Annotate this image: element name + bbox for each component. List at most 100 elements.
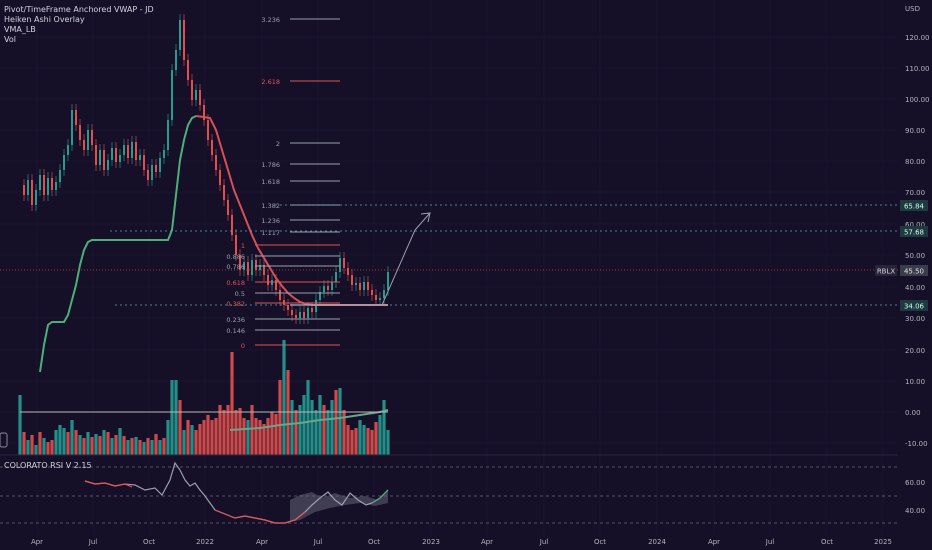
price-chart-canvas[interactable]: 3.236 2.618 2 1.786 1.618 1.382 1.236 1.117 1 0.8… [0, 0, 932, 550]
candle-body [283, 300, 285, 305]
volume-bar [86, 432, 90, 455]
volume-bar [366, 428, 370, 455]
volume-bar [38, 432, 42, 455]
legend-item-vma[interactable]: VMA_LB [4, 25, 154, 35]
volume-bar [118, 428, 122, 455]
candle-body [255, 260, 257, 270]
price-axis[interactable]: USD 120.00 110.00 100.00 90.00 80.00 70.00 60.0… [905, 5, 930, 515]
candle-body [323, 286, 325, 292]
candle-body [167, 120, 169, 150]
volume-bar [270, 412, 274, 455]
candle-body [139, 155, 141, 160]
indicator-legend: Pivot/TimeFrame Anchored VWAP - JD Heike… [4, 5, 154, 45]
fib-level-label: 0.786 [226, 263, 245, 271]
candle-body [151, 165, 153, 180]
candle-body [199, 90, 201, 105]
candle-body [99, 150, 101, 165]
price-axis-tick: 50.00 [905, 252, 925, 260]
candle-body [119, 155, 121, 162]
fib-level-label: 1.117 [261, 229, 280, 237]
volume-bar [238, 408, 242, 455]
fib-level-label: 1.786 [261, 161, 280, 169]
candle-body [55, 182, 57, 190]
candle-body [327, 286, 329, 290]
candle-body [127, 145, 129, 158]
time-axis[interactable]: Apr Jul Oct 2022 Apr Jul Oct 2023 Apr Jul Oct 2024 A… [31, 538, 892, 546]
volume-bar [190, 425, 194, 455]
upper2-badge-text: 57.68 [904, 229, 924, 237]
volume-bar [254, 418, 258, 455]
time-axis-label: Apr [31, 538, 43, 546]
vma-line-up [39, 115, 197, 373]
candle-body [387, 272, 389, 290]
volume-bar [138, 440, 142, 455]
rsi-legend[interactable]: COLORATO RSI V 2.15 [4, 461, 92, 470]
candle-body [267, 275, 269, 285]
volume-bars [18, 340, 390, 455]
rsi-axis-tick: 60.00 [905, 479, 925, 487]
candle-body [295, 315, 297, 318]
volume-bar [146, 438, 150, 455]
settings-icon[interactable] [0, 432, 8, 448]
price-axis-tick: 100.00 [905, 96, 930, 104]
volume-bar [362, 425, 366, 455]
legend-item-vwap[interactable]: Pivot/TimeFrame Anchored VWAP - JD [4, 5, 154, 15]
legend-item-vol[interactable]: Vol [4, 35, 154, 45]
candle-body [47, 178, 49, 195]
candle-body [187, 60, 189, 80]
volume-bar [78, 435, 82, 455]
candle-body [191, 80, 193, 100]
candle-body [207, 120, 209, 140]
volume-bar [350, 430, 354, 455]
chart-window: 3.236 2.618 2 1.786 1.618 1.382 1.236 1.117 1 0.8… [0, 0, 932, 550]
fib-level-label: 1.618 [261, 178, 280, 186]
volume-bar [170, 380, 174, 455]
volume-bar [326, 410, 330, 455]
candle-body [351, 275, 353, 285]
price-axis-tick: -10.00 [905, 440, 928, 448]
candle-body [379, 298, 381, 300]
candle-body [231, 215, 233, 235]
candle-body [179, 20, 181, 50]
volume-bar [206, 415, 210, 455]
time-axis-label: Apr [708, 538, 720, 546]
volume-bar [162, 438, 166, 455]
projection-arrow[interactable] [381, 212, 431, 306]
fib-level-label: 0.146 [226, 327, 245, 335]
price-axis-tick: 20.00 [905, 347, 925, 355]
volume-bar [70, 420, 74, 455]
time-axis-label: Jul [539, 538, 549, 546]
rsi-fill-area [290, 490, 388, 522]
candle-body [163, 150, 165, 158]
volume-bar [166, 420, 170, 455]
candle-body [91, 130, 93, 145]
volume-bar [126, 440, 130, 455]
volume-bar [374, 422, 378, 455]
candle-body [35, 190, 37, 205]
volume-bar [142, 442, 146, 455]
candle-body [71, 110, 73, 145]
candle-body [159, 158, 161, 172]
volume-bar [106, 432, 110, 455]
candle-body [43, 175, 45, 195]
volume-bar [302, 395, 306, 455]
legend-item-heiken-ashi[interactable]: Heiken Ashi Overlay [4, 15, 154, 25]
candle-body [287, 305, 289, 310]
volume-bar [378, 415, 382, 455]
candle-body [335, 272, 337, 282]
fib-level-label: 0 [241, 342, 245, 350]
volume-bar [114, 435, 118, 455]
volume-bar [98, 436, 102, 455]
volume-bar [182, 430, 186, 455]
volume-bar [386, 430, 390, 455]
volume-bar [130, 438, 134, 455]
candle-body [115, 148, 117, 162]
volume-bar [278, 380, 282, 455]
volume-bar [334, 390, 338, 455]
candle-body [31, 180, 33, 205]
volume-bar [158, 440, 162, 455]
fib-level-label: 0.618 [226, 279, 245, 287]
volume-bar [150, 440, 154, 455]
price-axis-tick: 110.00 [905, 65, 930, 73]
volume-bar [310, 400, 314, 455]
